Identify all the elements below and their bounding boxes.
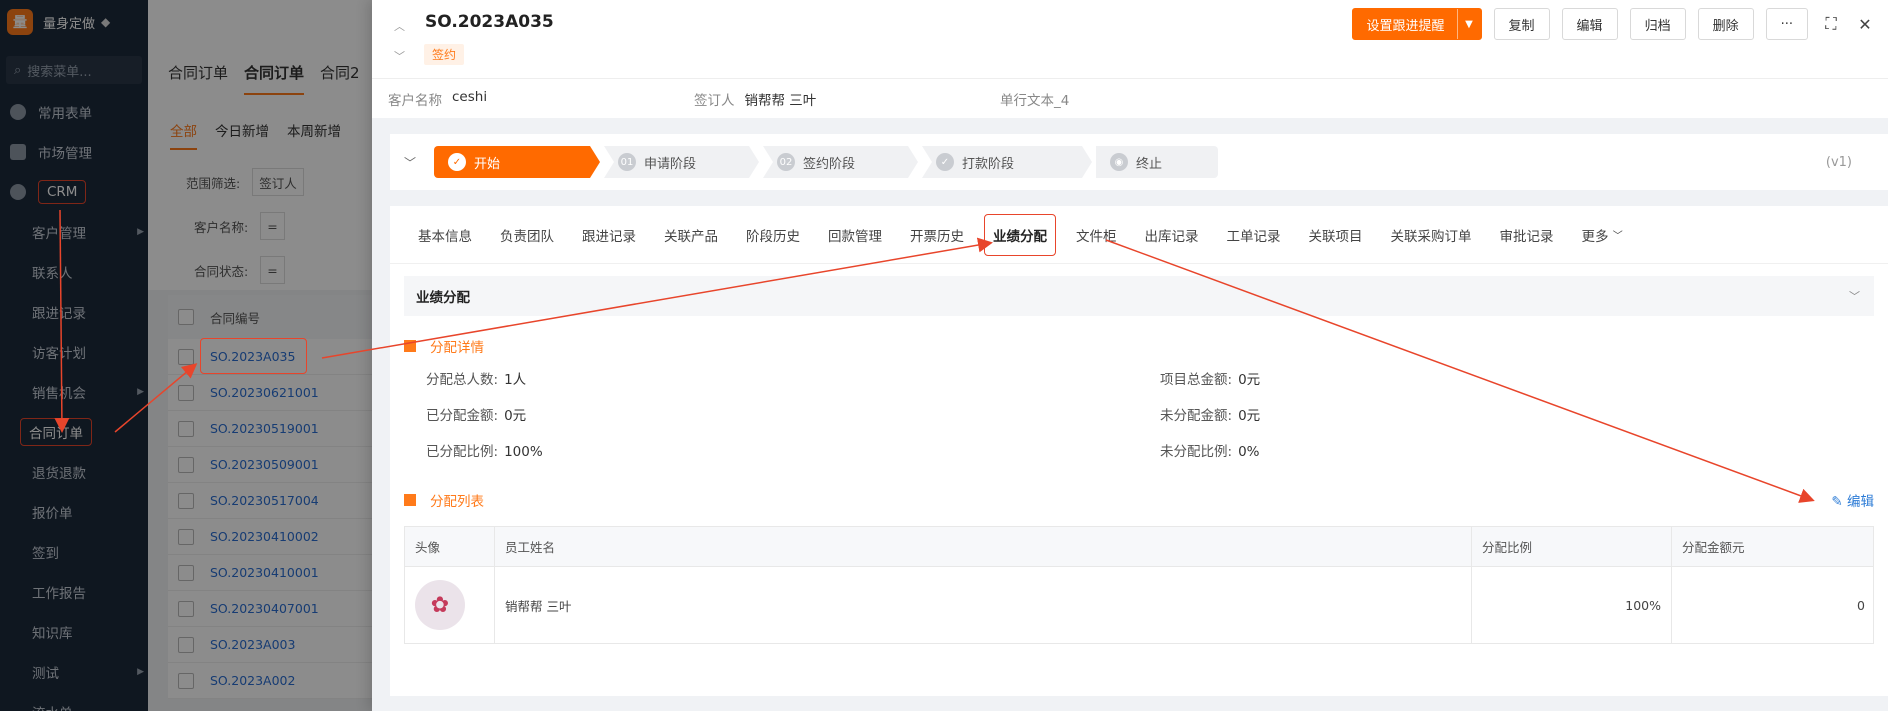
detail-card: 基本信息 负责团队 跟进记录 关联产品 阶段历史 回款管理 开票历史 业绩分配 … — [390, 206, 1888, 696]
info-value: ceshi — [452, 88, 488, 105]
kv-unallocated-amount: 未分配金额: 0元 — [1160, 408, 1261, 424]
tab-work-orders[interactable]: 工单记录 — [1213, 206, 1295, 264]
stage-payment[interactable]: ✓ 打款阶段 — [922, 146, 1092, 178]
info-text4: 单行文本_4 — [1000, 89, 1069, 109]
detail-tabs: 基本信息 负责团队 跟进记录 关联产品 阶段历史 回款管理 开票历史 业绩分配 … — [390, 206, 1888, 264]
table-row: ✿ 销帮帮 三叶 100% 0 — [405, 567, 1873, 643]
check-icon: ✓ — [936, 153, 954, 171]
stage-label: 申请阶段 — [644, 156, 697, 172]
tab-followups[interactable]: 跟进记录 — [568, 206, 650, 264]
chevron-down-icon: ﹀ — [1612, 231, 1623, 242]
section-marker-icon — [404, 494, 416, 506]
set-reminder-label: 设置跟进提醒 — [1366, 18, 1445, 34]
column-header-amount: 分配金额元 — [1682, 540, 1745, 555]
tab-approvals[interactable]: 审批记录 — [1486, 206, 1568, 264]
subsection-list: 分配列表 ✎ 编辑 — [404, 490, 1874, 510]
column-header-ratio: 分配比例 — [1472, 527, 1672, 566]
chevron-up-icon[interactable]: ︿ — [394, 12, 405, 42]
stage-apply[interactable]: 01 申请阶段 — [604, 146, 759, 178]
tab-purchase-orders[interactable]: 关联采购订单 — [1377, 206, 1486, 264]
record-nav: ︿ ﹀ — [394, 12, 405, 72]
delete-button[interactable]: 删除 — [1697, 8, 1754, 40]
subsection-title: 分配详情 — [430, 340, 484, 356]
info-label: 单行文本_4 — [1000, 92, 1070, 109]
chevron-down-icon[interactable]: ﹀ — [394, 42, 405, 72]
kv-total-people: 分配总人数: 1人 — [426, 372, 527, 388]
tab-more[interactable]: 更多 ﹀ — [1568, 206, 1637, 264]
tab-label: 业绩分配 — [984, 213, 1056, 256]
chevron-down-icon[interactable]: ▼ — [1456, 9, 1481, 39]
avatar: ✿ — [415, 580, 465, 630]
edit-allocation-link[interactable]: ✎ 编辑 — [1831, 490, 1874, 510]
drawer-actions: 设置跟进提醒 ▼ 复制 编辑 归档 删除 ··· ⛶ ✕ — [1351, 8, 1876, 40]
stage-number: 02 — [777, 153, 795, 171]
edit-link-label: 编辑 — [1847, 494, 1874, 510]
tab-team[interactable]: 负责团队 — [486, 206, 568, 264]
drawer-header: ︿ ﹀ SO.2023A035 签约 设置跟进提醒 ▼ 复制 编辑 归档 删除 … — [372, 0, 1888, 78]
chevron-down-icon[interactable]: ﹀ — [1849, 288, 1860, 304]
subsection-detail: 分配详情 — [404, 336, 1874, 356]
version-label: (v1) — [1825, 154, 1852, 170]
section-title: 业绩分配 — [416, 290, 470, 306]
status-badge: 签约 — [424, 44, 465, 65]
info-label: 客户名称 — [388, 92, 442, 109]
fullscreen-icon[interactable]: ⛶ — [1820, 14, 1842, 34]
check-icon: ✓ — [448, 153, 466, 171]
chevron-down-icon[interactable]: ﹀ — [404, 154, 434, 171]
tab-products[interactable]: 关联产品 — [650, 206, 732, 264]
table-header: 头像 员工姓名 分配比例 分配金额元 — [405, 527, 1873, 567]
tab-outbound[interactable]: 出库记录 — [1131, 206, 1213, 264]
tab-projects[interactable]: 关联项目 — [1295, 206, 1377, 264]
allocation-amount: 0 — [1857, 597, 1865, 613]
section-header[interactable]: 业绩分配 ﹀ — [404, 276, 1874, 316]
summary-info-bar: 客户名称 ceshi 签订人 销帮帮 三叶 单行文本_4 — [372, 78, 1888, 118]
stop-icon: ◉ — [1110, 153, 1128, 171]
drawer-body: ﹀ ✓ 开始 01 申请阶段 02 签约阶段 ✓ 打款阶段 ◉ 终止 (v1) — [372, 118, 1888, 711]
kv-project-amount: 项目总金额: 0元 — [1160, 372, 1261, 388]
annotation-highlight-row — [200, 338, 307, 374]
kv-unallocated-ratio: 未分配比例: 0% — [1160, 444, 1260, 460]
archive-button[interactable]: 归档 — [1629, 8, 1686, 40]
more-button[interactable]: ··· — [1765, 8, 1808, 40]
tab-performance[interactable]: 业绩分配 — [978, 206, 1062, 264]
edit-button[interactable]: 编辑 — [1561, 8, 1618, 40]
column-header-name: 员工姓名 — [495, 527, 1472, 566]
tab-stage-history[interactable]: 阶段历史 — [732, 206, 814, 264]
tab-files[interactable]: 文件柜 — [1062, 206, 1131, 264]
stage-terminate[interactable]: ◉ 终止 — [1096, 146, 1218, 178]
allocation-table: 头像 员工姓名 分配比例 分配金额元 ✿ 销帮帮 三叶 100% 0 — [404, 526, 1874, 644]
stage-label: 打款阶段 — [962, 156, 1015, 172]
stage-label: 开始 — [474, 156, 501, 172]
tab-label: 更多 — [1581, 228, 1609, 245]
tab-payments[interactable]: 回款管理 — [814, 206, 896, 264]
allocation-ratio: 100% — [1472, 567, 1672, 643]
page-title: SO.2023A035 — [425, 12, 554, 32]
pencil-icon: ✎ — [1831, 494, 1843, 510]
column-header-avatar: 头像 — [405, 527, 495, 566]
stage-sign[interactable]: 02 签约阶段 — [763, 146, 918, 178]
info-label: 签订人 — [694, 92, 735, 109]
stage-label: 终止 — [1136, 156, 1163, 172]
set-reminder-button[interactable]: 设置跟进提醒 ▼ — [1351, 8, 1482, 40]
allocation-summary: 分配总人数: 1人 项目总金额: 0元 已分配金额: 0元 未分配金额: 0元 已分配比… — [426, 368, 1888, 460]
stage-number: 01 — [618, 153, 636, 171]
subsection-title: 分配列表 — [430, 494, 484, 510]
stage-progress: ﹀ ✓ 开始 01 申请阶段 02 签约阶段 ✓ 打款阶段 ◉ 终止 (v1) — [390, 134, 1888, 190]
section-marker-icon — [404, 340, 416, 352]
info-customer: 客户名称 ceshi — [388, 89, 694, 109]
info-signer: 签订人 销帮帮 三叶 — [694, 89, 1000, 109]
modal-overlay[interactable] — [0, 0, 372, 711]
info-value: 销帮帮 三叶 — [744, 92, 817, 109]
close-icon[interactable]: ✕ — [1854, 15, 1876, 34]
detail-drawer: ︿ ﹀ SO.2023A035 签约 设置跟进提醒 ▼ 复制 编辑 归档 删除 … — [372, 0, 1888, 711]
employee-name: 销帮帮 三叶 — [495, 567, 1472, 643]
kv-allocated-ratio: 已分配比例: 100% — [426, 444, 543, 460]
copy-button[interactable]: 复制 — [1493, 8, 1550, 40]
kv-allocated-amount: 已分配金额: 0元 — [426, 408, 527, 424]
stage-start[interactable]: ✓ 开始 — [434, 146, 600, 178]
stage-label: 签约阶段 — [803, 156, 856, 172]
tab-invoices[interactable]: 开票历史 — [896, 206, 978, 264]
tab-basic-info[interactable]: 基本信息 — [404, 206, 486, 264]
